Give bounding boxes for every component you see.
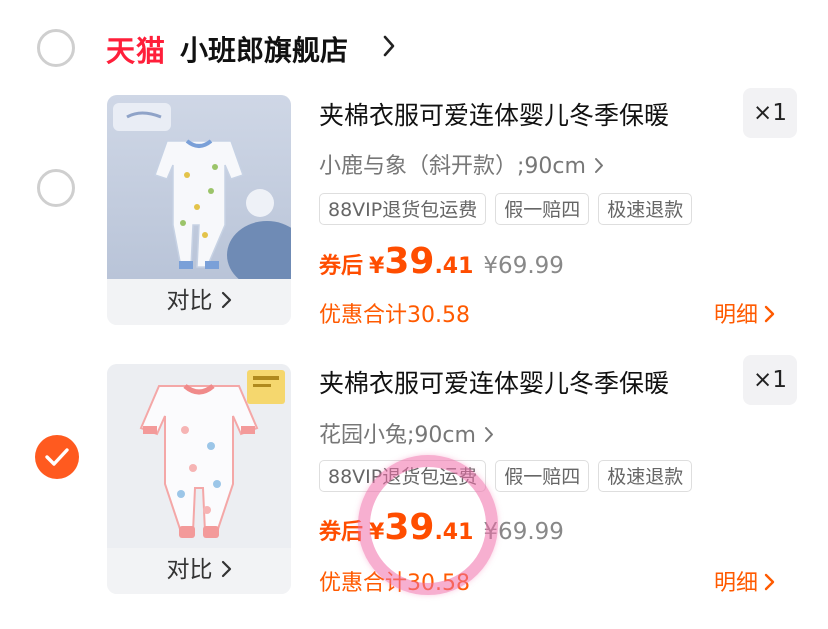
price-integer: 39 — [384, 241, 435, 282]
compare-label: 对比 — [166, 288, 213, 314]
price-decimal: .41 — [434, 254, 474, 279]
price-row: 券后 ¥39.41 ¥69.99 — [319, 507, 564, 548]
product-image — [107, 95, 291, 279]
store-name-link[interactable]: 小班郎旗舰店 — [180, 29, 348, 69]
product-image — [107, 364, 291, 548]
product-title[interactable]: 夹棉衣服可爱连体婴儿冬季保暖 — [319, 96, 669, 132]
price-decimal: .41 — [434, 520, 474, 545]
discount-total: 优惠合计30.58 — [319, 571, 470, 596]
detail-label: 明细 — [714, 571, 759, 596]
original-price: ¥69.99 — [483, 253, 564, 279]
chevron-right-icon — [764, 572, 775, 597]
quantity-button[interactable]: ×1 — [743, 355, 797, 405]
item-select-radio[interactable] — [37, 169, 75, 207]
detail-link[interactable]: 明细 — [714, 297, 775, 329]
chevron-right-icon[interactable] — [382, 34, 396, 62]
chevron-right-icon — [221, 549, 232, 593]
product-thumbnail[interactable]: 对比 — [107, 95, 291, 325]
price-label: 券后 — [319, 520, 364, 545]
chevron-right-icon — [484, 424, 494, 449]
product-thumbnail[interactable]: 对比 — [107, 364, 291, 594]
checkmark-icon — [45, 448, 69, 466]
service-tags: 88VIP退货包运费 假一赔四 极速退款 — [319, 193, 693, 225]
compare-button[interactable]: 对比 — [107, 548, 291, 594]
chevron-right-icon — [764, 304, 775, 329]
spec-selector[interactable]: 花园小兔;90cm — [319, 417, 494, 449]
chevron-right-icon — [594, 155, 604, 180]
tag-authentic: 假一赔四 — [495, 460, 590, 492]
price-label: 券后 — [319, 254, 364, 279]
detail-link[interactable]: 明细 — [714, 565, 775, 597]
tmall-logo: 天猫 — [106, 34, 167, 68]
compare-label: 对比 — [166, 557, 213, 583]
price-currency: ¥ — [369, 520, 385, 545]
tag-fast-refund: 极速退款 — [598, 193, 693, 225]
spec-text: 小鹿与象（斜开款）;90cm — [319, 154, 586, 179]
original-price: ¥69.99 — [483, 519, 564, 545]
store-select-radio[interactable] — [37, 29, 75, 67]
spec-selector[interactable]: 小鹿与象（斜开款）;90cm — [319, 148, 604, 180]
tag-return-shipping: 88VIP退货包运费 — [319, 193, 487, 225]
compare-button[interactable]: 对比 — [107, 279, 291, 325]
quantity-button[interactable]: ×1 — [743, 88, 797, 138]
spec-text: 花园小兔;90cm — [319, 423, 476, 448]
service-tags: 88VIP退货包运费 假一赔四 极速退款 — [319, 460, 693, 492]
tag-authentic: 假一赔四 — [495, 193, 590, 225]
chevron-right-icon — [221, 280, 232, 324]
detail-label: 明细 — [714, 303, 759, 328]
price-row: 券后 ¥39.41 ¥69.99 — [319, 241, 564, 282]
price-currency: ¥ — [369, 254, 385, 279]
discount-total: 优惠合计30.58 — [319, 303, 470, 328]
item-select-radio-checked[interactable] — [35, 435, 79, 479]
tag-return-shipping: 88VIP退货包运费 — [319, 460, 487, 492]
tag-fast-refund: 极速退款 — [598, 460, 693, 492]
price-integer: 39 — [384, 507, 435, 548]
product-title[interactable]: 夹棉衣服可爱连体婴儿冬季保暖 — [319, 364, 669, 400]
